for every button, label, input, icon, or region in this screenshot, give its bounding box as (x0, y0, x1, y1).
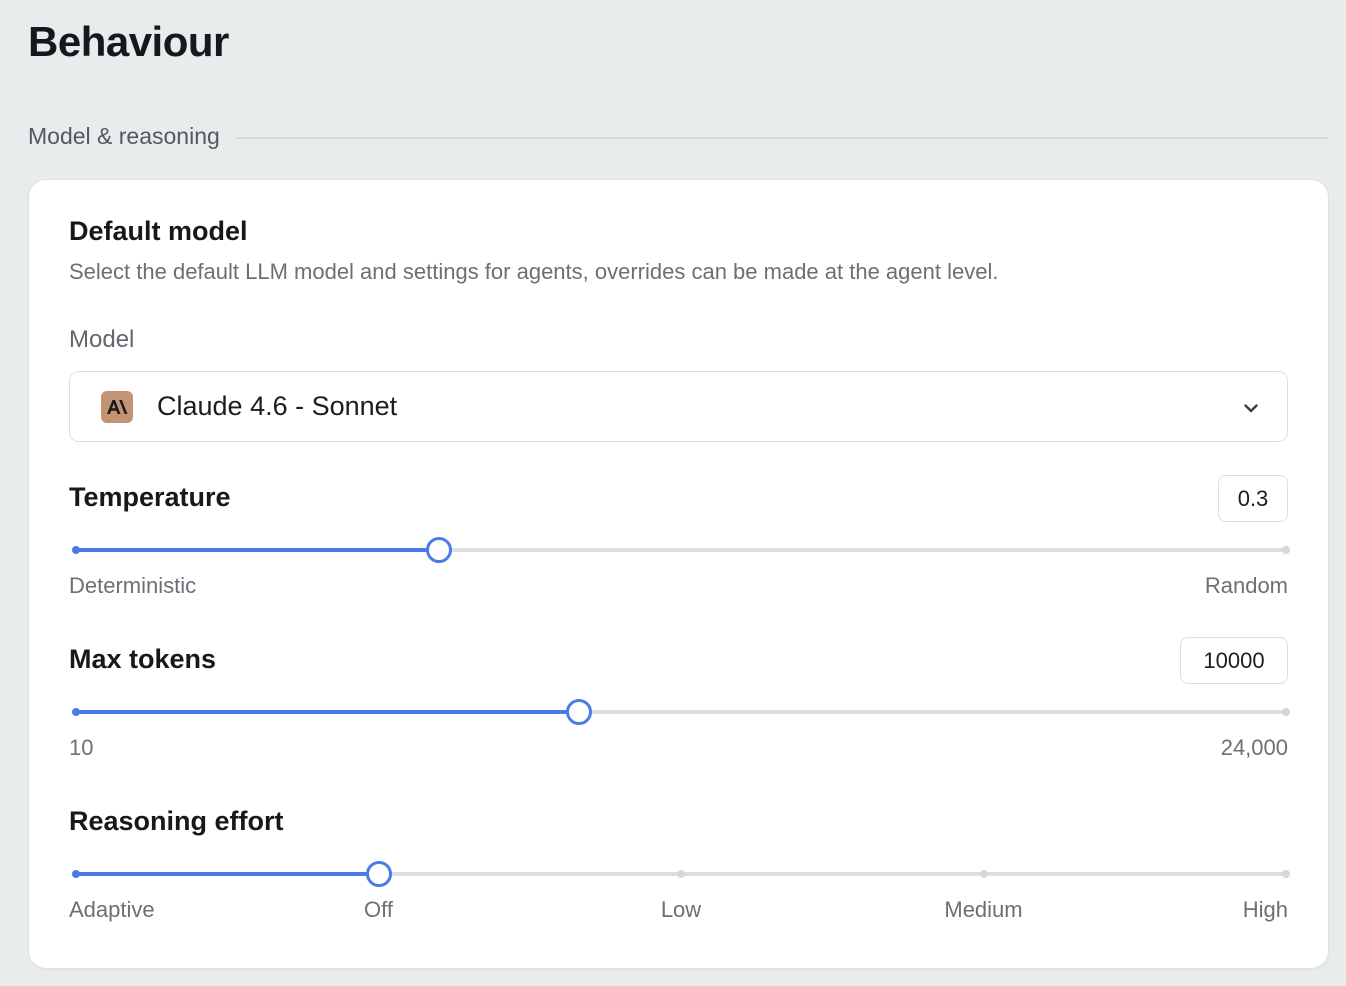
section-header: Model & reasoning (28, 123, 1328, 150)
temperature-min-label: Deterministic (69, 573, 197, 598)
card-description: Select the default LLM model and setting… (69, 259, 999, 284)
section-divider (235, 136, 1328, 139)
model-select-value: Claude 4.6 - Sonnet (157, 391, 398, 421)
reasoning-effort-step-dot[interactable] (677, 870, 685, 878)
max-tokens-label: Max tokens (69, 644, 217, 674)
anthropic-logo-mark (107, 399, 128, 414)
reasoning-effort-step-dot[interactable] (979, 870, 988, 878)
temperature-max-label: Random (1204, 573, 1288, 598)
temperature-slider[interactable] (72, 537, 1290, 563)
page-title: Behaviour (28, 18, 229, 65)
temperature-slider-thumb[interactable] (426, 537, 452, 563)
max-tokens-slider-thumb[interactable] (566, 699, 593, 725)
temperature-label: Temperature (69, 482, 231, 512)
reasoning-effort-option-off[interactable]: Off (364, 897, 393, 923)
chevron-down-icon (1244, 404, 1258, 413)
reasoning-effort-step-dot[interactable] (1282, 870, 1290, 878)
model-select[interactable]: Claude 4.6 - Sonnet (69, 371, 1288, 442)
anthropic-logo-icon (101, 390, 133, 423)
reasoning-effort-slider-fill (76, 872, 379, 876)
max-tokens-slider-end-dot (1282, 708, 1290, 716)
reasoning-effort-option-high[interactable]: High (1243, 897, 1288, 923)
reasoning-effort-option-low[interactable]: Low (661, 897, 701, 923)
reasoning-effort-step-dot[interactable] (72, 870, 80, 878)
max-tokens-slider[interactable] (72, 699, 1290, 725)
max-tokens-min-label: 10 (69, 735, 94, 760)
reasoning-effort-option-adaptive[interactable]: Adaptive (69, 897, 155, 923)
reasoning-effort-option-medium[interactable]: Medium (944, 897, 1022, 923)
section-label: Model & reasoning (28, 123, 220, 149)
default-model-card: Default model Select the default LLM mod… (28, 179, 1329, 969)
temperature-slider-fill (76, 548, 439, 552)
temperature-slider-end-dot (1282, 546, 1290, 554)
reasoning-effort-label: Reasoning effort (69, 806, 284, 836)
max-tokens-value-input[interactable]: 10000 (1180, 637, 1288, 684)
reasoning-effort-slider[interactable] (72, 861, 1290, 887)
model-field-label: Model (69, 326, 135, 353)
max-tokens-slider-fill (76, 710, 580, 714)
max-tokens-slider-start-dot (72, 708, 80, 716)
temperature-slider-start-dot (72, 546, 80, 554)
max-tokens-max-label: 24,000 (1220, 735, 1288, 760)
card-title: Default model (69, 216, 248, 246)
reasoning-effort-slider-thumb[interactable] (365, 861, 392, 887)
temperature-value-input[interactable]: 0.3 (1218, 475, 1288, 522)
